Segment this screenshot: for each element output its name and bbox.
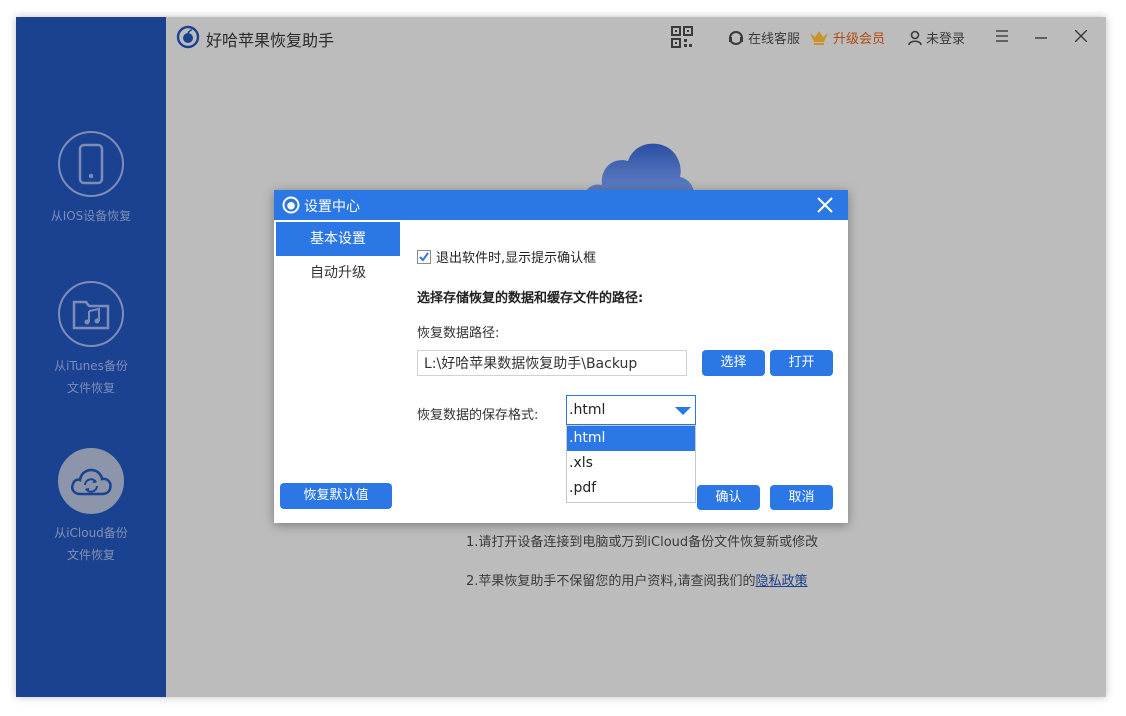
app-logo-icon (176, 25, 200, 49)
sidebar-item-label: 从iTunes备份 (54, 359, 128, 373)
music-folder-icon (58, 281, 124, 347)
dialog-title: 设置中心 (304, 199, 360, 215)
sidebar: 从IOS设备恢复 从iTunes备份 文件恢复 从iCloud备份 文件恢复 (16, 17, 166, 697)
format-select-value: .html (569, 402, 606, 418)
format-option-html[interactable]: .html (567, 426, 695, 451)
user-icon (908, 30, 922, 45)
cancel-button[interactable]: 取消 (770, 485, 833, 510)
app-title: 好哈苹果恢复助手 (206, 31, 335, 50)
online-service-button[interactable]: 在线客服 (728, 28, 800, 47)
sidebar-item-label: 文件恢复 (66, 548, 115, 562)
format-select[interactable]: .html (566, 395, 696, 425)
format-option-xls[interactable]: .xls (567, 451, 695, 476)
qr-code-icon[interactable] (671, 26, 693, 48)
sidebar-item-itunes-backup[interactable]: 从iTunes备份 文件恢复 (16, 281, 166, 399)
restore-default-button[interactable]: 恢复默认值 (280, 483, 392, 509)
settings-dialog: 设置中心 基本设置 自动升级 退出软件时,显示提示确认框 选择存储恢复的数据和缓… (274, 190, 848, 523)
minimize-icon[interactable] (1035, 30, 1047, 42)
menu-icon[interactable] (996, 30, 1008, 42)
login-label: 未登录 (926, 32, 966, 47)
chevron-down-icon (675, 407, 691, 415)
ok-button[interactable]: 确认 (697, 485, 760, 510)
sidebar-item-label: 从IOS设备恢复 (50, 209, 132, 223)
exit-confirm-option[interactable]: 退出软件时,显示提示确认框 (417, 247, 596, 266)
login-button[interactable]: 未登录 (908, 28, 965, 47)
app-logo-icon (282, 196, 300, 214)
backup-path-input[interactable] (417, 350, 687, 376)
open-button[interactable]: 打开 (770, 350, 833, 376)
tip-line-1: 1.请打开设备连接到电脑或万到iCloud备份文件恢复新或修改 (466, 535, 819, 550)
privacy-policy-link[interactable]: 隐私政策 (756, 574, 808, 589)
upgrade-vip-button[interactable]: 升级会员 (809, 28, 885, 47)
dialog-nav: 基本设置 自动升级 (276, 222, 400, 290)
title-bar: 好哈苹果恢复助手 在线客服 升级会员 未登录 (166, 17, 1106, 57)
tip-line-2-text: 2.苹果恢复助手不保留您的用户资料,请查阅我们的 (466, 574, 756, 589)
sidebar-item-ios-device[interactable]: 从IOS设备恢复 (16, 131, 166, 227)
headset-icon (729, 30, 743, 45)
close-icon[interactable] (814, 194, 836, 216)
crown-icon (810, 30, 828, 45)
format-label: 恢复数据的保存格式: (417, 408, 539, 423)
sidebar-item-icloud-backup[interactable]: 从iCloud备份 文件恢复 (16, 448, 166, 566)
exit-confirm-label: 退出软件时,显示提示确认框 (436, 251, 597, 266)
format-dropdown: .html .xls .pdf (566, 425, 696, 503)
checkmark-icon (419, 251, 429, 262)
upgrade-vip-label: 升级会员 (833, 32, 886, 47)
path-label: 恢复数据路径: (417, 326, 500, 341)
dialog-header: 设置中心 (274, 190, 848, 220)
format-option-pdf[interactable]: .pdf (567, 476, 695, 501)
close-window-icon[interactable] (1075, 30, 1087, 42)
tab-auto-upgrade[interactable]: 自动升级 (276, 256, 400, 290)
phone-icon (58, 131, 124, 197)
sidebar-item-label: 从iCloud备份 (54, 526, 128, 540)
exit-confirm-checkbox[interactable] (417, 249, 431, 264)
section-title: 选择存储恢复的数据和缓存文件的路径: (417, 291, 644, 306)
choose-button[interactable]: 选择 (702, 350, 765, 376)
cloud-sync-icon (58, 448, 124, 514)
tab-basic-settings[interactable]: 基本设置 (276, 222, 400, 256)
tip-line-2: 2.苹果恢复助手不保留您的用户资料,请查阅我们的隐私政策 (466, 570, 808, 589)
online-service-label: 在线客服 (748, 32, 801, 47)
sidebar-item-label: 文件恢复 (66, 381, 115, 395)
